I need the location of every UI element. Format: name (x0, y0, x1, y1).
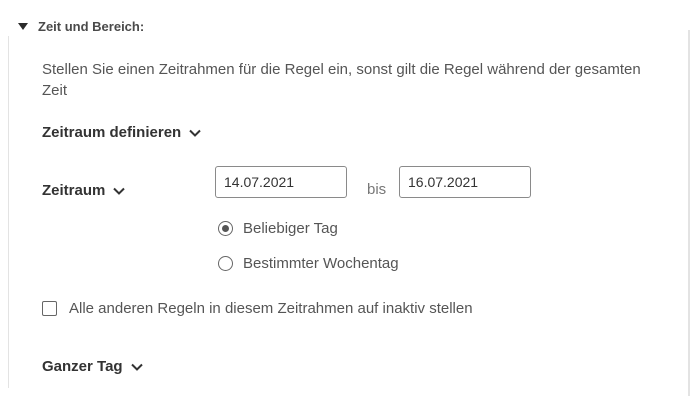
chevron-down-icon (113, 185, 126, 197)
period-separator: bis (367, 181, 387, 198)
time-and-area-panel: Zeit und Bereich: Stellen Sie einen Zeit… (0, 0, 694, 396)
scrollbar-track[interactable] (688, 30, 690, 396)
radio-any-day[interactable]: Beliebiger Tag (218, 220, 338, 237)
radio-any-day-label: Beliebiger Tag (243, 220, 338, 237)
period-dropdown[interactable]: Zeitraum (42, 182, 126, 199)
deactivate-others-checkbox[interactable] (42, 301, 57, 316)
triangle-down-icon (18, 22, 28, 30)
chevron-down-icon (189, 127, 201, 139)
define-period-dropdown[interactable]: Zeitraum definieren (42, 124, 201, 141)
chevron-down-icon (130, 361, 143, 373)
period-to-input[interactable] (399, 166, 531, 198)
radio-button-selected[interactable] (218, 221, 233, 236)
radio-specific-weekday-label: Bestimmter Wochentag (243, 255, 399, 272)
whole-day-dropdown[interactable]: Ganzer Tag (42, 358, 143, 375)
section-title: Zeit und Bereich: (38, 18, 145, 34)
period-from-input[interactable] (215, 166, 347, 198)
section-border-left (8, 36, 9, 388)
radio-specific-weekday[interactable]: Bestimmter Wochentag (218, 255, 399, 272)
deactivate-others-label: Alle anderen Regeln in diesem Zeitrahmen… (69, 300, 473, 317)
period-label: Zeitraum (42, 182, 106, 199)
define-period-label: Zeitraum definieren (42, 124, 182, 141)
section-toggle[interactable]: Zeit und Bereich: (18, 16, 144, 36)
whole-day-label: Ganzer Tag (42, 358, 123, 375)
deactivate-others-option[interactable]: Alle anderen Regeln in diesem Zeitrahmen… (42, 300, 473, 317)
radio-button[interactable] (218, 256, 233, 271)
section-description: Stellen Sie einen Zeitrahmen für die Reg… (42, 61, 641, 99)
